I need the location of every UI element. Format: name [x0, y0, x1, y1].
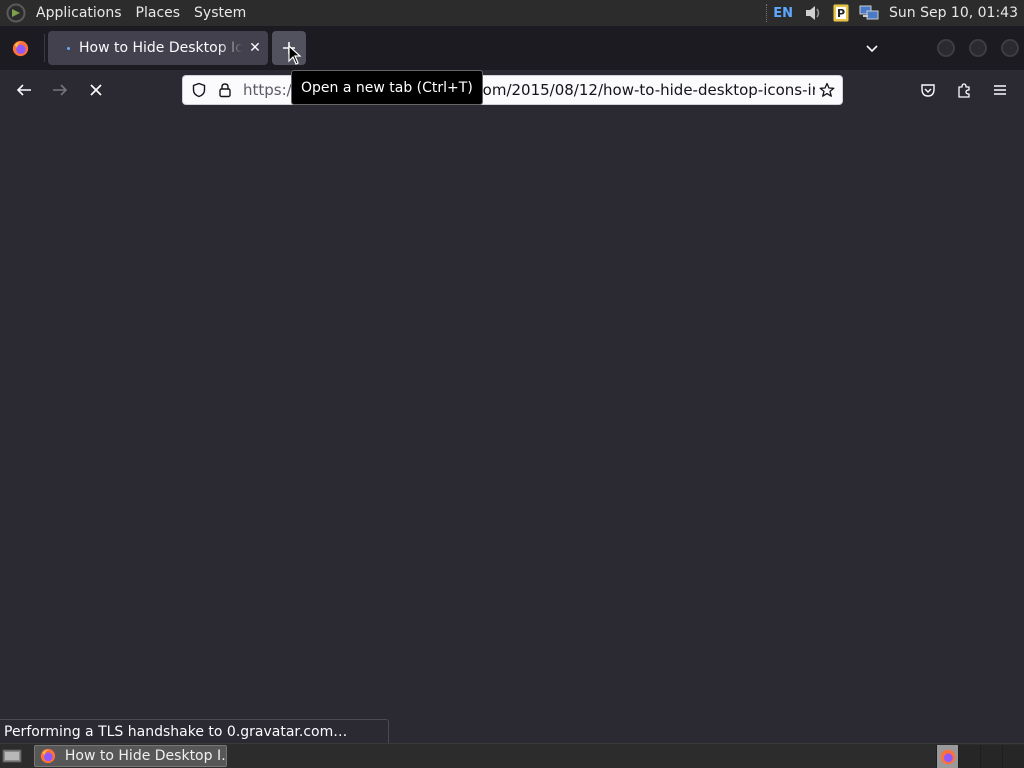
url-rest: ess.com/2015/08/12/how-to-hide-desktop-i… [444, 81, 815, 99]
places-menu[interactable]: Places [129, 0, 188, 26]
lock-icon[interactable] [217, 82, 233, 98]
applications-menu[interactable]: Applications [29, 0, 129, 26]
workspace-4[interactable] [1002, 745, 1024, 768]
tab-loading-indicator-icon [67, 46, 70, 50]
tab-strip-divider [44, 34, 45, 62]
mouse-cursor-icon [288, 45, 302, 65]
close-icon [90, 84, 102, 96]
firefox-view-icon[interactable] [12, 40, 29, 57]
system-menu[interactable]: System [187, 0, 253, 26]
taskbar-window-label: How to Hide Desktop I… [64, 748, 226, 764]
keyboard-layout-indicator[interactable]: EN [773, 6, 793, 21]
page-content-area[interactable] [0, 110, 1024, 743]
parcellite-clipboard-icon[interactable]: P [831, 3, 851, 23]
url-bar[interactable]: https:// ess.com/2015/08/12/how-to-hide-d… [182, 75, 843, 105]
stop-loading-button[interactable] [84, 78, 108, 102]
puzzle-piece-icon [958, 83, 970, 98]
list-all-tabs-chevron-down-icon[interactable] [862, 38, 882, 58]
bookmark-star-icon[interactable] [819, 82, 835, 98]
arrow-right-icon [53, 84, 68, 96]
tracking-protection-shield-icon[interactable] [191, 82, 207, 98]
status-panel: Performing a TLS handshake to 0.gravatar… [0, 719, 389, 743]
workspace-switcher[interactable] [936, 745, 1024, 768]
taskbar-window-button[interactable]: How to Hide Desktop I… [34, 745, 227, 767]
top-panel: Applications Places System EN P Sun Sep … [0, 0, 1024, 26]
show-desktop-icon[interactable] [2, 748, 22, 764]
forward-button[interactable] [48, 78, 72, 102]
new-tab-tooltip: Open a new tab (Ctrl+T) [291, 70, 483, 105]
workspace-3[interactable] [980, 745, 1002, 768]
app-menu-button[interactable] [988, 78, 1012, 102]
distro-logo-icon[interactable] [6, 3, 26, 23]
workspace-1[interactable] [936, 745, 958, 768]
pocket-icon [921, 84, 935, 97]
workspace-2[interactable] [958, 745, 980, 768]
firefox-icon [940, 749, 955, 764]
tab-close-icon[interactable]: ✕ [247, 40, 263, 56]
tab-strip: How to Hide Desktop Icons in Linux Mint … [0, 26, 1024, 70]
firefox-icon [40, 748, 56, 764]
panel-tray: EN P Sun Sep 10, 01:43 [760, 0, 1024, 26]
hamburger-menu-icon [994, 85, 1006, 95]
extensions-button[interactable] [952, 78, 976, 102]
navigation-toolbar: https:// ess.com/2015/08/12/how-to-hide-d… [0, 70, 1024, 110]
network-icon[interactable] [859, 3, 879, 23]
close-window-button[interactable] [1001, 39, 1019, 57]
pocket-button[interactable] [916, 78, 940, 102]
panel-separator [766, 4, 768, 22]
tab-active[interactable]: How to Hide Desktop Icons in Linux Mint … [48, 31, 268, 65]
clock[interactable]: Sun Sep 10, 01:43 [889, 5, 1018, 21]
minimize-window-button[interactable] [937, 39, 955, 57]
maximize-window-button[interactable] [969, 39, 987, 57]
arrow-left-icon [16, 84, 31, 96]
svg-text:P: P [837, 7, 845, 20]
url-scheme: https:// [243, 81, 297, 99]
bottom-panel: How to Hide Desktop I… [0, 743, 1024, 768]
volume-icon[interactable] [803, 3, 823, 23]
tab-title: How to Hide Desktop Icons in Linux Mint [79, 40, 243, 56]
back-button[interactable] [12, 78, 36, 102]
